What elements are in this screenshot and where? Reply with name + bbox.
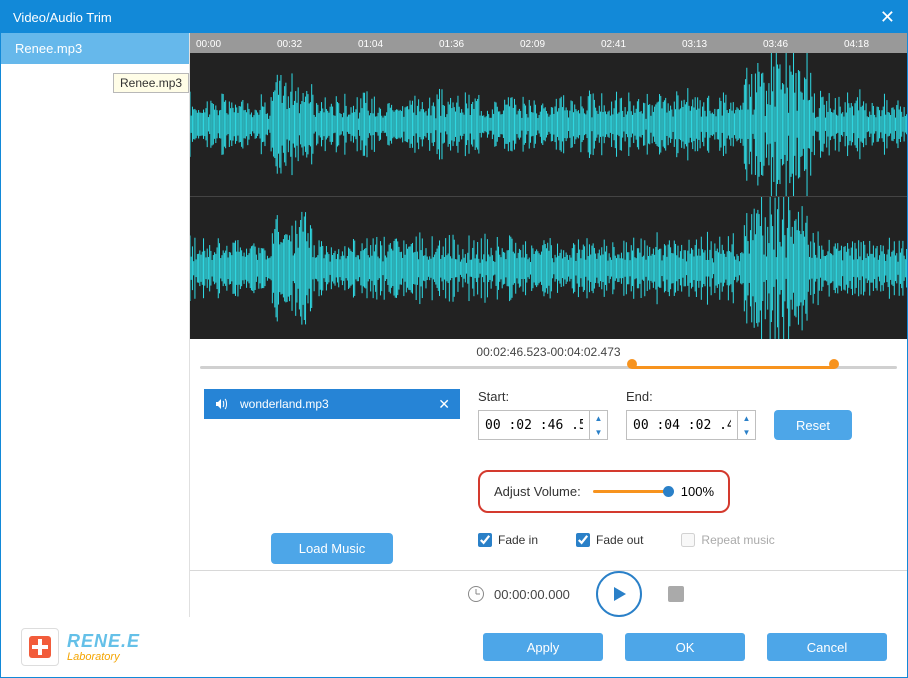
playback-time: 00:00:00.000: [468, 586, 570, 602]
fade-in-checkbox[interactable]: Fade in: [478, 533, 538, 547]
sidebar-item-label: Renee.mp3: [15, 41, 82, 56]
fade-out-checkbox[interactable]: Fade out: [576, 533, 643, 547]
stop-button[interactable]: [668, 586, 684, 602]
music-chip[interactable]: wonderland.mp3 ✕: [204, 389, 460, 419]
start-label: Start:: [478, 389, 608, 404]
reset-button[interactable]: Reset: [774, 410, 852, 440]
ruler-tick: 03:46: [763, 39, 788, 50]
volume-knob[interactable]: [663, 486, 674, 497]
clock-icon: [468, 586, 484, 602]
close-icon[interactable]: ✕: [880, 7, 895, 28]
waveform-area[interactable]: [190, 53, 907, 339]
logo-line1: RENE.E: [67, 632, 140, 650]
volume-value: 100%: [681, 484, 714, 499]
footer-buttons: Apply OK Cancel: [483, 633, 887, 661]
adjust-volume-box: Adjust Volume: 100%: [478, 470, 730, 513]
app-window: Video/Audio Trim ✕ Renee.mp3 Renee.mp3 0…: [0, 0, 908, 678]
ruler-tick: 02:41: [601, 39, 626, 50]
ruler-tick: 01:04: [358, 39, 383, 50]
footer: RENE.E Laboratory Apply OK Cancel: [1, 617, 907, 677]
range-fill: [632, 366, 834, 369]
volume-label: Adjust Volume:: [494, 484, 581, 499]
plus-icon: [29, 636, 51, 658]
fade-out-input[interactable]: [576, 533, 590, 547]
down-arrow-icon[interactable]: ▼: [738, 425, 755, 439]
down-arrow-icon[interactable]: ▼: [590, 425, 607, 439]
music-chip-name: wonderland.mp3: [240, 397, 426, 411]
selection-range-bar[interactable]: [200, 361, 897, 371]
logo-line2: Laboratory: [67, 652, 140, 663]
playbar: 00:00:00.000: [190, 570, 907, 617]
end-stepper[interactable]: ▲▼: [737, 411, 755, 439]
start-spinbox[interactable]: ▲▼: [478, 410, 608, 440]
range-handle-start[interactable]: [627, 359, 637, 369]
end-input[interactable]: [627, 418, 737, 433]
playback-time-value: 00:00:00.000: [494, 587, 570, 602]
ruler-tick: 02:09: [520, 39, 545, 50]
sidebar-item-file[interactable]: Renee.mp3: [1, 33, 189, 64]
time-ruler[interactable]: 00:00 00:32 01:04 01:36 02:09 02:41 03:1…: [190, 33, 907, 53]
selection-range-label: 00:02:46.523-00:04:02.473: [190, 339, 907, 361]
window-title: Video/Audio Trim: [13, 10, 112, 25]
waveform-channel-1: [190, 53, 907, 196]
ok-button[interactable]: OK: [625, 633, 745, 661]
left-column: wonderland.mp3 ✕ Load Music: [204, 389, 460, 564]
fade-in-input[interactable]: [478, 533, 492, 547]
logo-badge: [21, 628, 59, 666]
load-music-button[interactable]: Load Music: [271, 533, 393, 564]
end-field: End: ▲▼: [626, 389, 756, 440]
ruler-tick: 00:32: [277, 39, 302, 50]
up-arrow-icon[interactable]: ▲: [738, 411, 755, 425]
checkbox-row: Fade in Fade out Repeat music: [478, 533, 893, 547]
start-input[interactable]: [479, 418, 589, 433]
ruler-tick: 01:36: [439, 39, 464, 50]
logo: RENE.E Laboratory: [21, 628, 140, 666]
range-handle-end[interactable]: [829, 359, 839, 369]
ruler-tick: 00:00: [196, 39, 221, 50]
sidebar: Renee.mp3 Renee.mp3: [1, 33, 190, 617]
up-arrow-icon[interactable]: ▲: [590, 411, 607, 425]
ruler-tick: 04:18: [844, 39, 869, 50]
start-field: Start: ▲▼: [478, 389, 608, 440]
end-label: End:: [626, 389, 756, 404]
titlebar: Video/Audio Trim ✕: [1, 1, 907, 33]
time-fields-row: Start: ▲▼ End: ▲▼: [478, 389, 893, 440]
end-spinbox[interactable]: ▲▼: [626, 410, 756, 440]
main: 00:00 00:32 01:04 01:36 02:09 02:41 03:1…: [190, 33, 907, 617]
repeat-music-checkbox: Repeat music: [681, 533, 774, 547]
waveform-channel-2: [190, 196, 907, 340]
apply-button[interactable]: Apply: [483, 633, 603, 661]
controls: wonderland.mp3 ✕ Load Music Start: ▲▼: [190, 379, 907, 570]
body: Renee.mp3 Renee.mp3 00:00 00:32 01:04 01…: [1, 33, 907, 617]
right-column: Start: ▲▼ End: ▲▼: [478, 389, 893, 564]
start-stepper[interactable]: ▲▼: [589, 411, 607, 439]
remove-music-icon[interactable]: ✕: [438, 396, 450, 413]
logo-text: RENE.E Laboratory: [67, 632, 140, 663]
volume-slider[interactable]: [593, 490, 669, 493]
ruler-tick: 03:13: [682, 39, 707, 50]
cancel-button[interactable]: Cancel: [767, 633, 887, 661]
speaker-icon: [214, 397, 228, 411]
tooltip: Renee.mp3: [113, 73, 189, 93]
play-button[interactable]: [596, 571, 642, 617]
repeat-input: [681, 533, 695, 547]
